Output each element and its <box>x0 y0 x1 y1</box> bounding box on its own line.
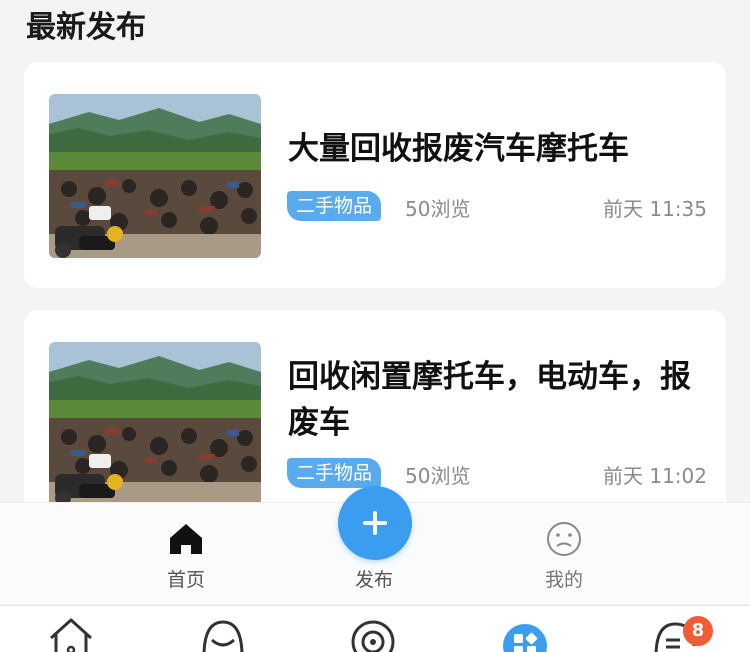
post-title[interactable]: 回收闲置摩托车，电动车，报废车 <box>288 354 708 446</box>
post-thumbnail <box>49 94 261 258</box>
view-count: 50浏览 <box>405 464 471 488</box>
tab-home-label: 首页 <box>166 569 205 591</box>
tab-mine-label: 我的 <box>544 569 583 591</box>
add-icon <box>363 511 387 535</box>
post-meta: 二手物品 50浏览 前天 11:02 <box>287 458 707 490</box>
sys-home-icon[interactable] <box>46 616 96 652</box>
system-bottom-bar <box>0 605 750 652</box>
sad-face-icon <box>547 522 581 556</box>
message-badge: 8 <box>683 616 713 646</box>
category-tag[interactable]: 二手物品 <box>287 191 382 221</box>
post-card[interactable]: 大量回收报废汽车摩托车 二手物品 50浏览 前天 11:35 <box>24 62 726 288</box>
sys-target-icon[interactable] <box>348 616 398 652</box>
post-title[interactable]: 大量回收报废汽车摩托车 <box>288 126 708 172</box>
sys-face-icon[interactable] <box>198 616 248 652</box>
post-time: 前天 11:35 <box>603 197 707 221</box>
tab-home[interactable]: 首页 <box>126 503 246 605</box>
post-meta: 二手物品 50浏览 前天 11:35 <box>287 191 707 223</box>
post-time: 前天 11:02 <box>603 464 707 488</box>
tab-publish-label: 发布 <box>354 569 393 591</box>
view-count: 50浏览 <box>405 197 471 221</box>
sys-apps-icon[interactable] <box>500 616 550 652</box>
section-title: 最新发布 <box>26 10 146 45</box>
category-tag[interactable]: 二手物品 <box>287 458 382 488</box>
tab-mine[interactable]: 我的 <box>504 503 624 605</box>
publish-button[interactable] <box>338 486 412 560</box>
home-icon <box>170 524 202 554</box>
